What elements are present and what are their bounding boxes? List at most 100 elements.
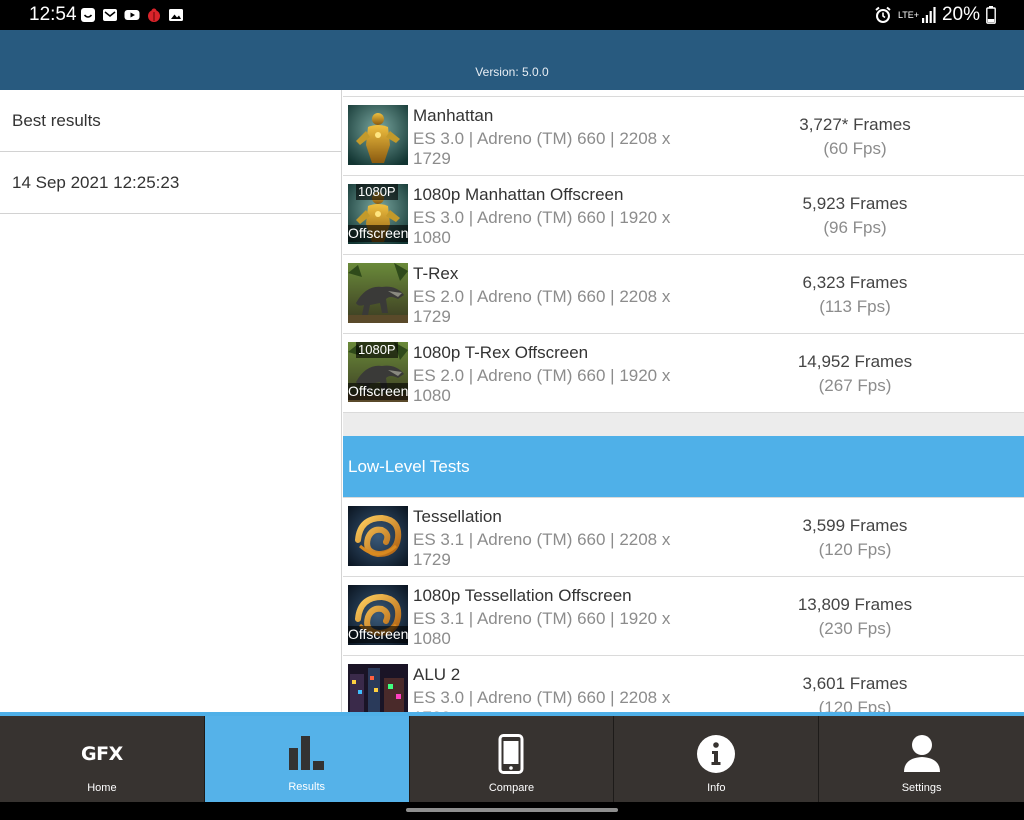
nav-settings-label: Settings <box>901 782 942 794</box>
test-score: 13,809 Frames <box>797 595 913 614</box>
test-description: ES 3.0 | Adreno (TM) 660 | 2208 x1729 <box>413 688 683 712</box>
test-fps: (230 Fps) <box>818 619 892 638</box>
test-api-info: ES 3.1 | Adreno (TM) 660 | 2208 x <box>413 530 671 549</box>
test-title: 1080p Tessellation Offscreen <box>413 586 632 605</box>
nav-home[interactable]: GFX Home <box>0 716 205 802</box>
gfx-logo-text: GFX <box>81 743 123 765</box>
info-icon <box>696 734 736 774</box>
test-score: 3,601 Frames <box>802 674 908 693</box>
test-api-info: ES 2.0 | Adreno (TM) 660 | 2208 x <box>413 287 671 306</box>
test-fps: (120 Fps) <box>818 698 892 712</box>
test-fps: (113 Fps) <box>819 297 891 316</box>
app-root: 12:54 LTE+ 20% Version: 5.0.0 Best resul… <box>0 0 1024 820</box>
test-score: 5,923 Frames <box>802 194 908 213</box>
nav-compare[interactable]: Compare <box>410 716 615 802</box>
nav-info-label: Info <box>707 782 726 794</box>
battery-icon <box>986 6 996 24</box>
test-fps: (120 Fps) <box>818 540 892 559</box>
nav-settings[interactable]: Settings <box>819 716 1024 802</box>
test-thumbnail <box>348 506 408 566</box>
test-thumbnail: 1080P Offscreen <box>348 184 408 244</box>
result-session-item[interactable]: 14 Sep 2021 12:25:23 <box>0 152 341 214</box>
test-description: ES 2.0 | Adreno (TM) 660 | 1920 x 1080 <box>413 366 683 406</box>
status-time: 12:54 <box>29 4 77 25</box>
network-label: LTE+ <box>897 9 920 20</box>
test-thumbnail <box>348 105 408 165</box>
test-api-info: ES 3.0 | Adreno (TM) 660 | 1920 x <box>413 208 671 227</box>
test-fps: (96 Fps) <box>823 218 887 237</box>
test-resolution: 1080 <box>413 228 451 247</box>
smiley-icon <box>81 8 95 22</box>
test-title: 1080p T-Rex Offscreen <box>413 343 589 362</box>
nav-info[interactable]: Info <box>614 716 820 802</box>
test-description: ES 3.1 | Adreno (TM) 660 | 2208 x 1729 <box>413 530 683 570</box>
resolution-badge: 1080P <box>356 342 398 358</box>
test-title: 1080p Manhattan Offscreen <box>413 185 624 204</box>
test-thumbnail <box>348 664 408 712</box>
offscreen-badge: Offscreen <box>348 626 408 643</box>
nav-compare-label: Compare <box>488 782 535 794</box>
mail-icon <box>103 9 117 21</box>
test-resolution: 1080 <box>413 629 451 648</box>
app-header: Version: 5.0.0 <box>0 30 1024 90</box>
alarm-icon <box>875 6 891 23</box>
red-bug-icon <box>148 8 160 22</box>
result-row[interactable]: Tessellation ES 3.1 | Adreno (TM) 660 | 2… <box>343 497 1024 576</box>
offscreen-badge: Offscreen <box>348 225 408 242</box>
bottom-nav: GFX Home Results Compare Info Settings <box>0 712 1024 802</box>
test-score: 14,952 Frames <box>797 352 913 371</box>
result-row[interactable]: 1080P Offscreen 1080p T-Rex Offscreen ES 2.… <box>343 333 1024 412</box>
gfx-logo-icon: GFX <box>81 734 123 774</box>
result-row[interactable]: ALU 2 ES 3.0 | Adreno (TM) 660 | 2208 x17… <box>343 655 1024 712</box>
nav-results[interactable]: Results <box>204 716 410 802</box>
test-api-info: ES 3.1 | Adreno (TM) 660 | 1920 x <box>413 609 671 628</box>
test-title: T-Rex <box>413 264 459 283</box>
test-score: 3,727* Frames <box>799 115 911 134</box>
test-api-info: ES 3.0 | Adreno (TM) 660 | 2208 x <box>413 688 671 707</box>
section-spacer <box>343 412 1024 436</box>
nav-results-label: Results <box>288 781 326 793</box>
notification-icons <box>80 7 184 23</box>
test-resolution: 1729 <box>413 149 451 168</box>
user-icon <box>903 734 940 774</box>
test-fps: (267 Fps) <box>818 376 892 395</box>
test-resolution: 1080 <box>413 386 451 405</box>
results-detail-pane[interactable]: Manhattan ES 3.0 | Adreno (TM) 660 | 2208… <box>343 90 1024 712</box>
image-icon <box>169 9 183 21</box>
test-thumbnail: 1080P Offscreen <box>348 342 408 402</box>
version-label: Version: 5.0.0 <box>475 65 549 79</box>
test-score: 3,599 Frames <box>802 516 908 535</box>
result-row[interactable]: 1080P Offscreen 1080p Manhattan Offscreen E… <box>343 175 1024 254</box>
resolution-badge: 1080P <box>356 184 398 200</box>
test-score: 6,323 Frames <box>802 273 908 292</box>
test-api-info: ES 2.0 | Adreno (TM) 660 | 1920 x <box>413 366 671 385</box>
test-title: ALU 2 <box>413 665 461 684</box>
test-api-info: ES 3.0 | Adreno (TM) 660 | 2208 x <box>413 129 671 148</box>
youtube-icon <box>124 10 140 20</box>
battery-percent: 20% <box>941 4 980 25</box>
test-title: Tessellation <box>413 507 502 526</box>
test-description: ES 3.0 | Adreno (TM) 660 | 2208 x1729 <box>413 129 683 169</box>
test-description: ES 3.1 | Adreno (TM) 660 | 1920 x 1080 <box>413 609 683 649</box>
section-header-low-level: Low-Level Tests <box>343 436 1024 497</box>
test-fps: (60 Fps) <box>823 139 887 158</box>
result-row[interactable]: Offscreen 1080p Tessellation Offscreen ES … <box>343 576 1024 655</box>
result-row[interactable]: Manhattan ES 3.0 | Adreno (TM) 660 | 2208… <box>343 96 1024 175</box>
test-thumbnail: Offscreen <box>348 585 408 645</box>
phone-icon <box>498 734 524 774</box>
test-resolution: 1729 <box>413 550 451 569</box>
test-resolution: 1729 <box>413 307 451 326</box>
home-indicator[interactable] <box>406 808 618 812</box>
test-description: ES 3.0 | Adreno (TM) 660 | 1920 x 1080 <box>413 208 683 248</box>
test-title: Manhattan <box>413 106 494 125</box>
result-row[interactable]: T-Rex ES 2.0 | Adreno (TM) 660 | 2208 x 17… <box>343 254 1024 333</box>
nav-home-label: Home <box>87 782 117 794</box>
test-thumbnail <box>348 263 408 323</box>
status-bar: 12:54 LTE+ 20% <box>0 0 1024 30</box>
best-results-item[interactable]: Best results <box>0 90 341 152</box>
signal-icon <box>921 7 936 23</box>
results-list-pane: Best results 14 Sep 2021 12:25:23 <box>0 90 342 712</box>
bar-chart-icon <box>287 732 327 772</box>
test-description: ES 2.0 | Adreno (TM) 660 | 2208 x 1729 <box>413 287 683 327</box>
results-rows: Manhattan ES 3.0 | Adreno (TM) 660 | 2208… <box>343 96 1024 712</box>
